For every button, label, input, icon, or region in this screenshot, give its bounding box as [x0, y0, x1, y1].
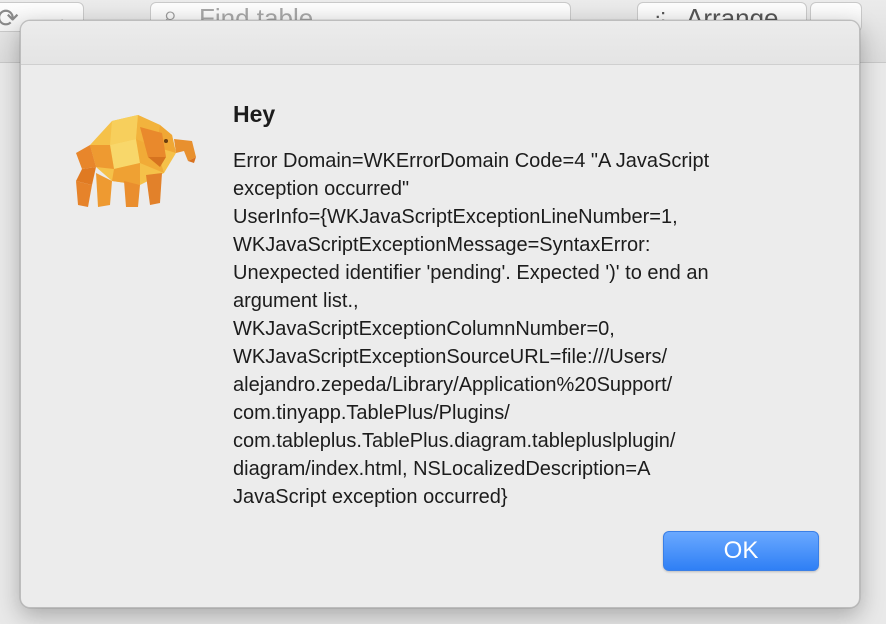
message-line: diagram/index.html, NSLocalizedDescripti… [233, 458, 651, 480]
message-line: Unexpected identifier 'pending'. Expecte… [233, 262, 709, 284]
alert-title: Hey [233, 101, 276, 127]
ok-button[interactable]: OK [663, 531, 819, 571]
message-line: WKJavaScriptExceptionSourceURL=file:///U… [233, 346, 668, 368]
alert-message: Error Domain=WKErrorDomain Code=4 "A Jav… [233, 147, 823, 511]
message-line: JavaScript exception occurred} [233, 486, 508, 508]
message-line: com.tableplus.TablePlus.diagram.tableplu… [233, 430, 676, 452]
message-line: exception occurred" [233, 178, 410, 200]
tableplus-elephant-icon [76, 115, 196, 207]
back-icon[interactable]: ⟳ [0, 3, 19, 31]
sheet-header [21, 21, 859, 65]
message-line: UserInfo={WKJavaScriptExceptionLineNumbe… [233, 206, 678, 228]
message-line: WKJavaScriptExceptionMessage=SyntaxError… [233, 234, 651, 256]
message-line: com.tinyapp.TablePlus/Plugins/ [233, 402, 510, 424]
alert-sheet: Hey Error Domain=WKErrorDomain Code=4 "A… [20, 20, 860, 608]
message-line: Error Domain=WKErrorDomain Code=4 "A Jav… [233, 150, 710, 172]
message-line: WKJavaScriptExceptionColumnNumber=0, [233, 318, 615, 340]
message-line: alejandro.zepeda/Library/Application%20S… [233, 374, 673, 396]
message-line: argument list., [233, 290, 359, 312]
